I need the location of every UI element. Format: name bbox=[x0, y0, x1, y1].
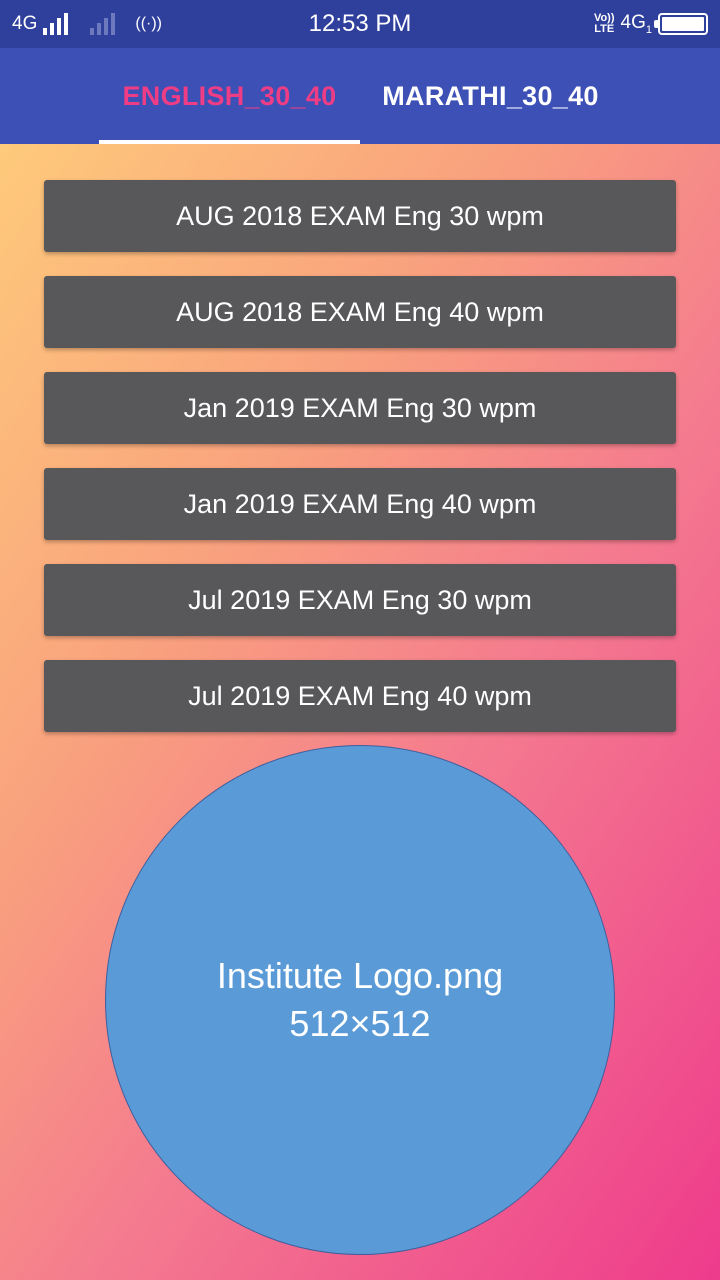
network-4g-text: 4G bbox=[620, 12, 646, 34]
battery-icon bbox=[654, 13, 708, 35]
exam-button-jul-2019-40[interactable]: Jul 2019 EXAM Eng 40 wpm bbox=[44, 660, 676, 732]
signal-strength-icon bbox=[43, 13, 69, 35]
status-bar: 4G ((·)) 12:53 PM Vo)) LTE 4G1 bbox=[0, 0, 720, 48]
exam-list: AUG 2018 EXAM Eng 30 wpm AUG 2018 EXAM E… bbox=[44, 180, 676, 756]
network-type-label: 4G bbox=[12, 13, 38, 34]
status-left-group: 4G ((·)) bbox=[12, 0, 162, 48]
volte-bottom-label: LTE bbox=[594, 23, 615, 35]
tab-bar: ENGLISH_30_40 MARATHI_30_40 bbox=[0, 48, 720, 144]
hotspot-icon: ((·)) bbox=[135, 15, 162, 32]
exam-button-aug-2018-30[interactable]: AUG 2018 EXAM Eng 30 wpm bbox=[44, 180, 676, 252]
exam-button-jan-2019-30[interactable]: Jan 2019 EXAM Eng 30 wpm bbox=[44, 372, 676, 444]
tab-marathi-30-40[interactable]: MARATHI_30_40 bbox=[360, 48, 621, 144]
sim-index-label: 1 bbox=[645, 23, 652, 36]
battery-level bbox=[662, 17, 704, 31]
tab-english-30-40[interactable]: ENGLISH_30_40 bbox=[99, 48, 360, 144]
exam-button-aug-2018-40[interactable]: AUG 2018 EXAM Eng 40 wpm bbox=[44, 276, 676, 348]
status-right-group: Vo)) LTE 4G1 bbox=[594, 0, 708, 48]
tab-selected-indicator bbox=[99, 140, 360, 144]
network-4g-label: 4G1 bbox=[621, 12, 652, 36]
exam-button-jan-2019-40[interactable]: Jan 2019 EXAM Eng 40 wpm bbox=[44, 468, 676, 540]
volte-icon: Vo)) LTE bbox=[594, 13, 615, 35]
logo-placeholder-size: 512×512 bbox=[289, 1003, 431, 1044]
signal-strength-secondary-icon bbox=[90, 13, 116, 35]
exam-button-jul-2019-30[interactable]: Jul 2019 EXAM Eng 30 wpm bbox=[44, 564, 676, 636]
logo-placeholder-name: Institute Logo.png bbox=[216, 955, 504, 996]
institute-logo: Institute Logo.png 512×512 bbox=[105, 745, 615, 1255]
